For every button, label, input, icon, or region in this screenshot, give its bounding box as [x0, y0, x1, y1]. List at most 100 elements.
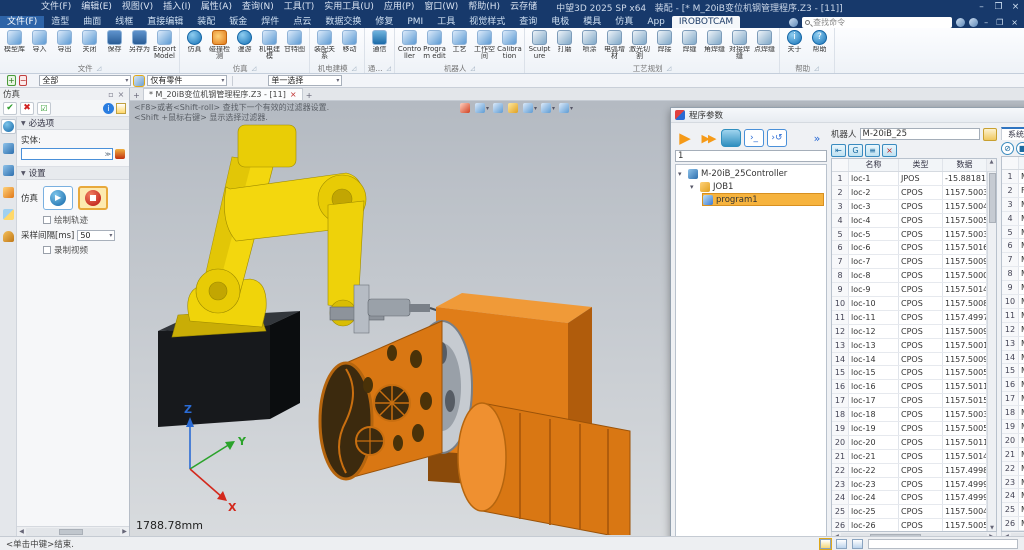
dialog-title-bar[interactable]: 程序参数 ? ×	[671, 108, 1024, 123]
mdi-close-button[interactable]: ×	[1009, 18, 1020, 27]
location-row[interactable]: 3 loc-3 CPOS 1157.5004	[832, 200, 987, 214]
view-icon[interactable]	[493, 103, 503, 113]
ribbon-button[interactable]: 保存	[102, 29, 127, 53]
filter-all-combo[interactable]: 全部▾	[39, 75, 131, 86]
minimize-button[interactable]: –	[973, 0, 990, 14]
location-row[interactable]: 12 loc-12 CPOS 1157.5009	[832, 325, 987, 339]
command-row[interactable]: 13 MOVL (loc-12,Vel=30.00000,Acc=40.	[1002, 337, 1024, 351]
col-header-data[interactable]: 数据	[943, 159, 987, 171]
location-row[interactable]: 1 loc-1 JPOS -15.88181,	[832, 172, 987, 186]
ribbon-button[interactable]: 焊缝	[677, 29, 702, 53]
fast-run-button[interactable]: ▶▶	[698, 128, 718, 148]
ribbon-tab[interactable]: 工具	[430, 16, 462, 28]
ribbon-button[interactable]: 机电建模	[257, 29, 282, 61]
col-header-command[interactable]: 指令	[1019, 157, 1024, 169]
ribbon-tab[interactable]: 造型	[44, 16, 76, 28]
command-row[interactable]: 24 MOVL (loc-23,Vel=30.00000,Acc=40.	[1002, 489, 1024, 503]
menu-item[interactable]: 工具(T)	[279, 2, 320, 12]
manager-tab[interactable]	[1, 185, 16, 200]
ribbon-button[interactable]: Controller	[397, 29, 422, 61]
locations-hscrollbar[interactable]: ◀▶	[831, 532, 997, 536]
globe-icon[interactable]	[956, 18, 965, 27]
view-icon[interactable]	[475, 103, 485, 113]
ribbon-tab[interactable]: 装配	[190, 16, 222, 28]
location-row[interactable]: 26 loc-26 CPOS 1157.5005	[832, 519, 987, 531]
command-row[interactable]: 23 MOVL (loc-22,Vel=30.00000,Acc=40.	[1002, 476, 1024, 490]
stop-program-button[interactable]	[721, 129, 741, 147]
manager-tab[interactable]	[1, 163, 16, 178]
ribbon-tab[interactable]: 查询	[512, 16, 544, 28]
manager-tab[interactable]	[1, 207, 16, 222]
ribbon-tab[interactable]: 模具	[576, 16, 608, 28]
monitor-icon[interactable]	[836, 539, 847, 549]
command-category-tab[interactable]: 系统指令	[1001, 127, 1024, 140]
ribbon-button[interactable]: 工艺	[447, 29, 472, 53]
required-section-header[interactable]: ▼必选项	[17, 117, 129, 130]
ribbon-button[interactable]: 通信	[367, 29, 392, 53]
command-row[interactable]: 21 MOVL (loc-20,Vel=30.00000,Acc=40.	[1002, 448, 1024, 462]
ribbon-button[interactable]: i 关于	[782, 29, 807, 53]
view-icon[interactable]	[508, 103, 518, 113]
location-row[interactable]: 7 loc-7 CPOS 1157.5009	[832, 255, 987, 269]
toolbar-icon[interactable]: +	[7, 75, 16, 86]
panel-pin-icon[interactable]: ▫	[106, 90, 116, 99]
command-row[interactable]: 22 MOVL (loc-21,Vel=30.00000,Acc=40.	[1002, 462, 1024, 476]
ribbon-button[interactable]: 导出	[52, 29, 77, 53]
mdi-restore-button[interactable]: ❐	[994, 18, 1005, 27]
command-row[interactable]: 4 MOVL (loc-3,Vel=30.00000,Acc=40.0	[1002, 212, 1024, 226]
location-row[interactable]: 25 loc-25 CPOS 1157.5004	[832, 505, 987, 519]
ribbon-tab[interactable]: 文件(F)	[0, 16, 44, 28]
dialog-launcher-icon[interactable]: ◿	[352, 65, 357, 72]
command-row[interactable]: 9 MOVL (loc-8,Vel=30.00000,Acc=40.0	[1002, 281, 1024, 295]
location-row[interactable]: 6 loc-6 CPOS 1157.5016	[832, 241, 987, 255]
location-row[interactable]: 22 loc-22 CPOS 1157.4998	[832, 464, 987, 478]
command-row[interactable]: 26 MOVL (loc-25,Vel=30.00000,Acc=40.	[1002, 517, 1024, 531]
info-icon[interactable]: i	[103, 103, 114, 114]
dialog-launcher-icon[interactable]: ◿	[387, 65, 392, 72]
new-tab-icon[interactable]: +	[130, 91, 143, 100]
ribbon-button[interactable]: ? 帮助	[807, 29, 832, 53]
ribbon-tab[interactable]: 数据交换	[318, 16, 368, 28]
draw-track-checkbox[interactable]	[43, 216, 51, 224]
location-toolbar-button[interactable]: G	[848, 144, 863, 157]
ribbon-button[interactable]: 激光切割	[627, 29, 652, 61]
command-row[interactable]: 18 MOVL (loc-17,Vel=30.00000,Acc=40.	[1002, 406, 1024, 420]
tab-close-icon[interactable]: ×	[290, 90, 297, 99]
location-row[interactable]: 23 loc-23 CPOS 1157.4999	[832, 478, 987, 492]
ok-button[interactable]: ✔	[3, 102, 17, 115]
menu-item[interactable]: 编辑(E)	[76, 2, 117, 12]
view-icon[interactable]	[541, 103, 551, 113]
expand-toolbar-button[interactable]: »	[807, 128, 827, 148]
window-mode-icon[interactable]	[852, 539, 863, 549]
ribbon-button[interactable]: 对接焊缝	[727, 29, 752, 61]
command-search-input[interactable]: 查找命令	[802, 17, 952, 28]
command-row[interactable]: 6 MOVL (loc-5,Vel=30.00000,Acc=40.0	[1002, 239, 1024, 253]
sync-icon[interactable]	[789, 18, 798, 27]
location-toolbar-button[interactable]: ×	[882, 144, 897, 157]
ribbon-button[interactable]: 模型库	[2, 29, 27, 53]
parts-only-combo[interactable]: 仅有零件▾	[147, 75, 227, 86]
simulate-play-button[interactable]: ▶	[43, 186, 73, 210]
help-icon[interactable]	[969, 18, 978, 27]
command-row[interactable]: 19 MOVL (loc-18,Vel=30.00000,Acc=40.	[1002, 420, 1024, 434]
command-row[interactable]: 12 MOVL (loc-11,Vel=30.00000,Acc=40.	[1002, 323, 1024, 337]
command-row[interactable]: 10 MOVL (loc-9,Vel=30.00000,Acc=40.0	[1002, 295, 1024, 309]
step-in-button[interactable]: ›_	[744, 129, 764, 147]
menu-item[interactable]: 应用(P)	[379, 2, 419, 12]
panel-close-icon[interactable]: ×	[116, 90, 126, 99]
ribbon-button[interactable]: 关闭	[77, 29, 102, 53]
location-row[interactable]: 17 loc-17 CPOS 1157.5015	[832, 394, 987, 408]
ribbon-tab[interactable]: 线框	[108, 16, 140, 28]
view-icon[interactable]	[523, 103, 533, 113]
location-row[interactable]: 5 loc-5 CPOS 1157.5003	[832, 228, 987, 242]
robot-name-input[interactable]: M-20iB_25	[860, 128, 980, 140]
location-row[interactable]: 2 loc-2 CPOS 1157.5003	[832, 186, 987, 200]
mdi-minimize-button[interactable]: –	[982, 18, 990, 27]
location-row[interactable]: 16 loc-16 CPOS 1157.5011	[832, 380, 987, 394]
menu-item[interactable]: 实用工具(U)	[319, 2, 379, 12]
ribbon-button[interactable]: 打磨	[552, 29, 577, 53]
location-row[interactable]: 9 loc-9 CPOS 1157.5014	[832, 283, 987, 297]
command-row[interactable]: 7 MOVL (loc-6,Vel=30.00000,Acc=40.0	[1002, 253, 1024, 267]
manager-tab[interactable]	[1, 229, 16, 244]
command-row[interactable]: 1 MOVJ (loc-1,Vel=100.00000,Acc=50.	[1002, 170, 1024, 184]
